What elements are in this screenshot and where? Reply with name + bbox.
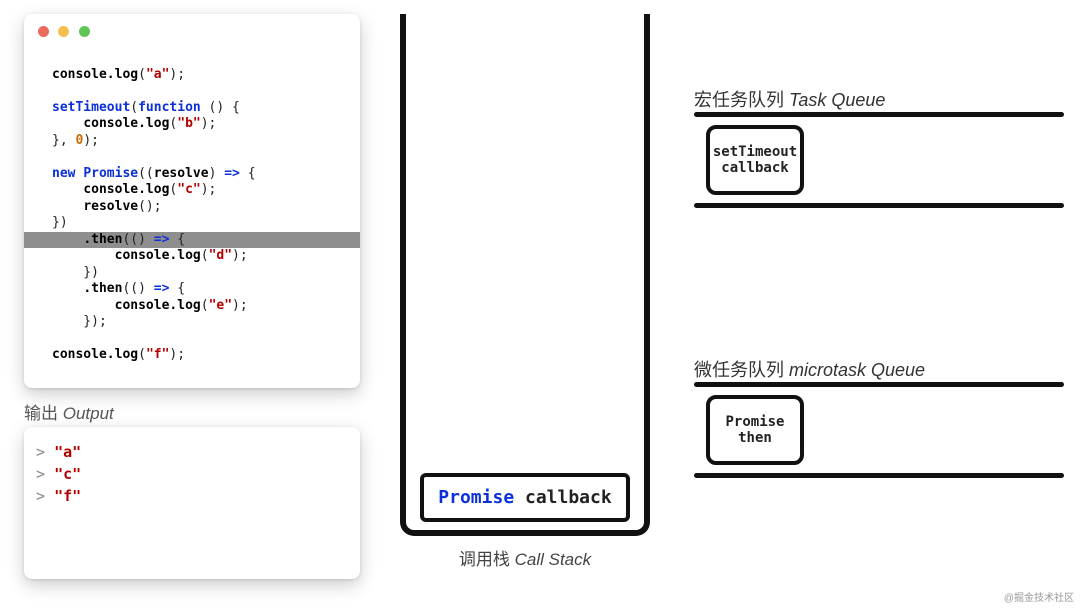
code-line: console.log("d"); — [38, 248, 360, 265]
task-queue-lane: setTimeout callback — [694, 112, 1064, 208]
code-editor-panel: console.log("a"); setTimeout(function ()… — [24, 14, 360, 388]
lane-border-bottom — [694, 203, 1064, 208]
task-queue-heading: 宏任务队列 Task Queue — [694, 86, 885, 112]
microtask-queue-item: Promise then — [706, 395, 804, 465]
code-line: }, 0); — [38, 133, 360, 150]
code-line: .then(() => { — [38, 281, 360, 298]
minimize-dot-icon — [58, 26, 69, 37]
microtask-queue-body: Promise then — [694, 387, 1064, 473]
code-line: }) — [38, 215, 360, 232]
code-line — [38, 50, 360, 67]
code-line: new Promise((resolve) => { — [38, 166, 360, 183]
code-line: console.log("a"); — [38, 67, 360, 84]
call-stack-heading: 调用栈 Call Stack — [400, 545, 650, 570]
task-queue-body: setTimeout callback — [694, 117, 1064, 203]
code-line: console.log("b"); — [38, 116, 360, 133]
code-line — [38, 149, 360, 166]
code-line: console.log("c"); — [38, 182, 360, 199]
code-line: .then(() => { — [38, 232, 360, 249]
output-line: > "f" — [36, 485, 348, 507]
call-stack-container: Promise callback — [400, 14, 650, 536]
code-line: resolve(); — [38, 199, 360, 216]
code-block: console.log("a"); setTimeout(function ()… — [24, 42, 360, 364]
output-heading: 输出 Output — [24, 399, 114, 424]
code-line: }) — [38, 265, 360, 282]
code-line: }); — [38, 314, 360, 331]
code-line: console.log("e"); — [38, 298, 360, 315]
lane-border-bottom — [694, 473, 1064, 478]
output-line: > "a" — [36, 441, 348, 463]
close-dot-icon — [38, 26, 49, 37]
window-controls — [24, 24, 360, 42]
code-line — [38, 331, 360, 348]
zoom-dot-icon — [79, 26, 90, 37]
microtask-queue-lane: Promise then — [694, 382, 1064, 478]
output-line: > "c" — [36, 463, 348, 485]
task-queue-item: setTimeout callback — [706, 125, 804, 195]
call-stack-frame: Promise callback — [420, 473, 630, 522]
diagram-stage: console.log("a"); setTimeout(function ()… — [0, 0, 1080, 608]
microtask-queue-heading: 微任务队列 microtask Queue — [694, 356, 925, 382]
code-line: console.log("f"); — [38, 347, 360, 364]
watermark: @掘金技术社区 — [1004, 589, 1074, 604]
code-line: setTimeout(function () { — [38, 100, 360, 117]
output-panel: > "a"> "c"> "f" — [24, 427, 360, 579]
code-line — [38, 83, 360, 100]
